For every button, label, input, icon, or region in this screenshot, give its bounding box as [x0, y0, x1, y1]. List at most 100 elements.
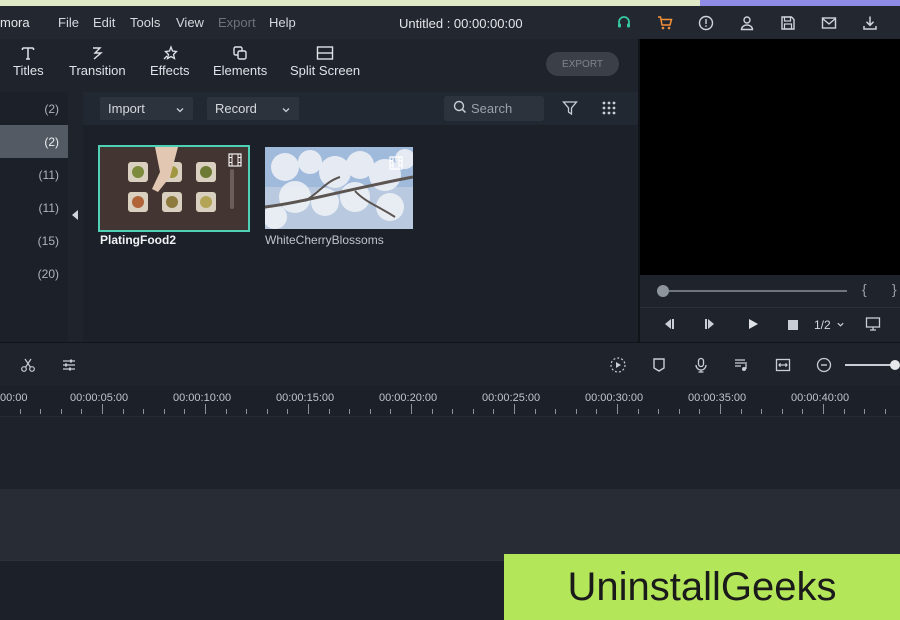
category-item[interactable]: (11) — [0, 158, 68, 191]
menu-file[interactable]: File — [58, 15, 79, 30]
ruler-tick — [699, 409, 701, 414]
category-panel: (2) (2) (11) (11) (15) (20) — [0, 92, 68, 342]
chevron-down-icon — [837, 322, 844, 327]
category-item[interactable]: (15) — [0, 224, 68, 257]
ruler-tick — [514, 404, 515, 414]
collapse-arrow-icon[interactable] — [72, 210, 78, 220]
transition-icon — [89, 43, 105, 63]
zoom-out-icon[interactable] — [812, 353, 836, 377]
category-item[interactable]: (2) — [0, 92, 68, 125]
timecode-label: 00:00 — [0, 392, 28, 404]
tool-effects[interactable]: Effects — [150, 43, 190, 78]
record-dropdown[interactable]: Record — [207, 97, 299, 120]
preview-scrubber-track[interactable] — [662, 290, 847, 292]
marker-icon[interactable] — [647, 353, 671, 377]
ruler-tick — [678, 409, 680, 414]
media-toolbar: Import Record Search — [83, 92, 638, 125]
ruler-tick — [617, 404, 618, 414]
category-item[interactable]: (11) — [0, 191, 68, 224]
clip-thumbnail-plating-food[interactable] — [98, 145, 250, 232]
tool-split-screen[interactable]: Split Screen — [290, 43, 360, 78]
ruler-tick — [205, 404, 206, 414]
play-icon[interactable] — [746, 317, 760, 336]
adjust-icon[interactable] — [57, 353, 81, 377]
ruler-tick — [596, 409, 598, 414]
step-back-icon[interactable] — [662, 317, 676, 336]
grid-view-icon[interactable] — [601, 100, 617, 121]
category-item-selected[interactable]: (2) — [0, 125, 68, 158]
ruler-tick — [761, 409, 763, 414]
clip-name: PlatingFood2 — [100, 233, 176, 247]
toolbar: Titles Transition Effects Elements Split… — [0, 39, 638, 92]
ruler-tick — [349, 409, 351, 414]
audio-track[interactable] — [0, 489, 900, 560]
ruler-tick — [369, 409, 371, 414]
ruler-tick — [452, 409, 454, 414]
timeline-ruler[interactable]: 00:00 00:00:05:00 00:00:10:00 00:00:15:0… — [0, 386, 900, 416]
ruler-tick — [19, 409, 21, 414]
preview-scrubber-handle[interactable] — [657, 285, 669, 297]
microphone-icon[interactable] — [689, 353, 713, 377]
category-item[interactable]: (20) — [0, 257, 68, 290]
search-input[interactable]: Search — [444, 96, 544, 121]
timecode-label: 00:00:15:00 — [276, 392, 335, 404]
mark-out-bracket[interactable]: } — [892, 281, 897, 297]
ruler-tick — [637, 409, 639, 414]
ruler-tick — [81, 409, 83, 414]
ruler-tick — [823, 404, 824, 414]
fit-timeline-icon[interactable] — [771, 353, 795, 377]
import-dropdown[interactable]: Import — [100, 97, 193, 120]
video-track[interactable] — [0, 416, 900, 489]
menu-edit[interactable]: Edit — [93, 15, 115, 30]
tool-effects-label: Effects — [150, 63, 190, 78]
step-forward-icon[interactable] — [703, 317, 717, 336]
tool-titles[interactable]: Titles — [13, 43, 44, 78]
timecode-label: 00:00:10:00 — [173, 392, 232, 404]
menu-help[interactable]: Help — [269, 15, 296, 30]
voiceover-icon[interactable] — [729, 353, 753, 377]
stop-icon[interactable] — [787, 318, 799, 336]
menu-view[interactable]: View — [176, 15, 204, 30]
tool-elements[interactable]: Elements — [213, 43, 267, 78]
zoom-slider-handle[interactable] — [890, 360, 900, 370]
timecode-label: 00:00:05:00 — [70, 392, 129, 404]
preview-divider — [640, 307, 900, 308]
timecode-label: 00:00:40:00 — [791, 392, 850, 404]
ruler-tick — [143, 409, 145, 414]
split-screen-icon — [316, 43, 334, 63]
menu-tools[interactable]: Tools — [130, 15, 160, 30]
save-icon[interactable] — [767, 12, 808, 34]
mail-icon[interactable] — [808, 12, 849, 34]
headset-icon[interactable] — [603, 12, 644, 34]
ruler-tick — [184, 409, 186, 414]
display-settings-icon[interactable] — [865, 316, 881, 337]
timecode-label: 00:00:25:00 — [482, 392, 541, 404]
timecode-label: 00:00:20:00 — [379, 392, 438, 404]
playback-ratio-select[interactable]: 1/2 — [814, 318, 845, 332]
render-preview-icon[interactable] — [606, 353, 630, 377]
record-label: Record — [215, 101, 257, 116]
info-icon[interactable] — [685, 12, 726, 34]
ruler-tick — [40, 409, 42, 414]
user-icon[interactable] — [726, 12, 767, 34]
watermark-banner: UninstallGeeks — [504, 554, 900, 620]
chevron-down-icon — [175, 103, 185, 118]
import-label: Import — [108, 101, 145, 116]
download-icon[interactable] — [849, 12, 890, 34]
ruler-tick — [843, 409, 845, 414]
tool-transition[interactable]: Transition — [69, 43, 126, 78]
ruler-tick — [575, 409, 577, 414]
mark-in-bracket[interactable]: { — [862, 281, 867, 297]
ruler-tick — [431, 409, 433, 414]
playback-ratio-value: 1/2 — [814, 318, 831, 332]
cart-icon[interactable] — [644, 12, 685, 34]
menu-export[interactable]: Export — [218, 15, 256, 30]
scissors-icon[interactable] — [16, 353, 40, 377]
ruler-tick — [328, 409, 330, 414]
app-name: mora — [0, 15, 30, 30]
clip-thumbnail-cherry-blossoms[interactable] — [265, 147, 413, 229]
filter-icon[interactable] — [562, 100, 578, 121]
ruler-tick — [60, 409, 62, 414]
export-button[interactable]: EXPORT — [546, 52, 619, 76]
ruler-tick — [122, 409, 124, 414]
